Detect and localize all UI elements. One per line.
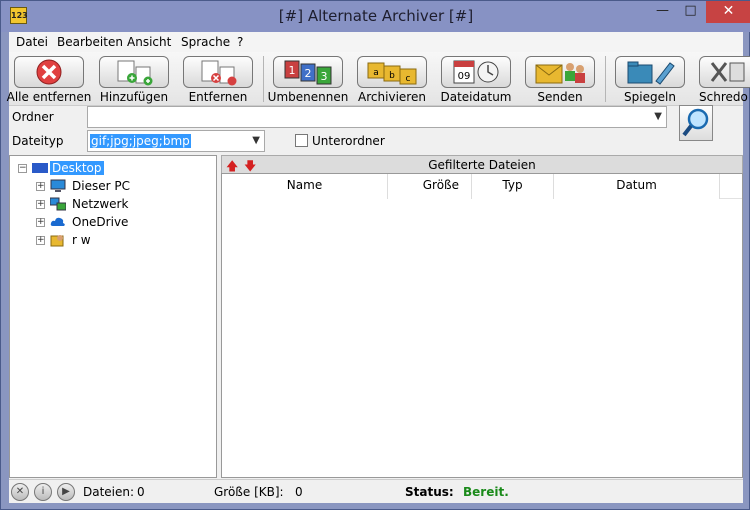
remove-all-icon	[14, 56, 84, 88]
expand-icon[interactable]: +	[36, 218, 45, 227]
expand-icon[interactable]: +	[36, 182, 45, 191]
remove-button[interactable]: Entfernen	[181, 54, 255, 104]
tree-label-user: r w	[72, 233, 91, 247]
rename-icon: 123	[273, 56, 343, 88]
status-bar: ✕ i ▶ Dateien: 0 Größe [KB]: 0 Status: B…	[9, 479, 743, 503]
add-file-icon	[99, 56, 169, 88]
toolbar: Alle entfernen Hinzufügen Entfernen 1 2 …	[7, 52, 750, 106]
svg-text:1: 1	[289, 64, 296, 77]
tree-label-network: Netzwerk	[72, 197, 129, 211]
filetype-value: gif;jpg;jpeg;bmp	[90, 134, 191, 148]
rename-button[interactable]: 123 Umbenennen	[268, 54, 348, 104]
files-count-value: 0	[137, 485, 145, 499]
add-label: Hinzufügen	[99, 90, 169, 104]
subfolder-label: Unterordner	[312, 134, 385, 148]
filetype-label: Dateityp	[12, 134, 64, 148]
mirror-folder-icon	[615, 56, 685, 88]
computer-icon	[50, 179, 66, 193]
expand-icon[interactable]: +	[36, 236, 45, 245]
file-list[interactable]: Name Größe Typ Datum	[221, 173, 743, 478]
column-type[interactable]: Typ	[472, 174, 554, 199]
archive-folders-icon: ab c	[357, 56, 427, 88]
svg-text:09: 09	[458, 71, 471, 82]
filtered-files-header: 🡅 🡇 Gefilterte Dateien	[221, 155, 743, 173]
mirror-label: Spiegeln	[624, 90, 676, 104]
chevron-down-icon[interactable]: ▼	[252, 135, 260, 146]
mirror-button[interactable]: Spiegeln	[613, 54, 687, 104]
window-title: [#] Alternate Archiver [#]	[278, 7, 474, 25]
menu-ansicht[interactable]: Ansicht	[127, 35, 171, 49]
search-button[interactable]	[679, 105, 713, 141]
menu-bar: Datei Bearbeiten Ansicht Sprache ?	[9, 32, 743, 52]
svg-text:a: a	[373, 68, 379, 78]
tree-label-this-pc: Dieser PC	[72, 179, 130, 193]
svg-text:c: c	[406, 74, 411, 84]
svg-text:2: 2	[305, 67, 312, 80]
shred-button[interactable]: Schredo	[697, 54, 750, 104]
size-value: 0	[295, 485, 303, 499]
file-date-label: Dateidatum	[440, 90, 512, 104]
status-value: Bereit.	[463, 485, 509, 499]
title-bar[interactable]: 123 [#] Alternate Archiver [#] — □ ✕	[1, 1, 750, 32]
column-header-row: Name Größe Typ Datum	[222, 174, 742, 199]
info-icon[interactable]: i	[34, 483, 52, 501]
desktop-icon	[32, 161, 48, 175]
tree-label-desktop: Desktop	[50, 161, 104, 175]
remove-all-label: Alle entfernen	[6, 90, 92, 104]
archive-button[interactable]: ab c Archivieren	[355, 54, 429, 104]
size-label: Größe [KB]:	[214, 485, 284, 499]
folder-dropdown[interactable]: ▼	[87, 106, 667, 128]
client-area: Datei Bearbeiten Ansicht Sprache ? Alle …	[7, 32, 750, 503]
files-count-label: Dateien:	[83, 485, 135, 499]
folder-label: Ordner	[12, 110, 54, 124]
play-icon[interactable]: ▶	[57, 483, 75, 501]
remove-all-button[interactable]: Alle entfernen	[7, 54, 91, 104]
column-name[interactable]: Name	[222, 174, 388, 199]
cloud-icon	[50, 215, 66, 229]
add-button[interactable]: Hinzufügen	[97, 54, 171, 104]
remove-file-icon	[183, 56, 253, 88]
tree-item-this-pc[interactable]: + Dieser PC	[36, 178, 206, 196]
collapse-icon[interactable]: −	[18, 164, 27, 173]
tree-item-network[interactable]: + Netzwerk	[36, 196, 206, 214]
minimize-button[interactable]: —	[649, 1, 676, 23]
send-mail-icon	[525, 56, 595, 88]
tree-item-onedrive[interactable]: + OneDrive	[36, 214, 206, 232]
magnifier-icon	[682, 108, 709, 137]
folder-tree[interactable]: − Desktop + Dieser PC + Netzwerk + OneDr…	[9, 155, 217, 478]
menu-bearbeiten[interactable]: Bearbeiten	[57, 35, 123, 49]
rename-label: Umbenennen	[267, 90, 349, 104]
send-label: Senden	[537, 90, 583, 104]
tree-label-onedrive: OneDrive	[72, 215, 129, 229]
svg-text:3: 3	[321, 70, 328, 83]
app-window: 123 [#] Alternate Archiver [#] — □ ✕ Dat…	[0, 0, 750, 510]
column-size[interactable]: Größe	[388, 174, 472, 199]
menu-datei[interactable]: Datei	[16, 35, 48, 49]
network-icon	[49, 197, 67, 211]
expand-icon[interactable]: +	[36, 200, 45, 209]
remove-label: Entfernen	[188, 90, 248, 104]
filetype-dropdown[interactable]: gif;jpg;jpeg;bmp ▼	[87, 130, 265, 152]
column-date[interactable]: Datum	[554, 174, 720, 199]
shred-label: Schredo	[699, 90, 748, 104]
maximize-button[interactable]: □	[677, 1, 704, 23]
archive-label: Archivieren	[358, 90, 426, 104]
tree-item-user[interactable]: + r w	[36, 232, 206, 250]
filtered-files-title: Gefilterte Dateien	[428, 158, 536, 172]
stop-icon[interactable]: ✕	[11, 483, 29, 501]
subfolder-checkbox[interactable]	[295, 134, 308, 147]
status-label: Status:	[405, 485, 454, 499]
calendar-clock-icon: 09	[441, 56, 511, 88]
close-button[interactable]: ✕	[706, 1, 750, 23]
menu-help[interactable]: ?	[237, 35, 243, 49]
send-button[interactable]: Senden	[523, 54, 597, 104]
tree-item-desktop[interactable]: − Desktop	[18, 160, 208, 178]
file-date-button[interactable]: 09 Dateidatum	[439, 54, 513, 104]
menu-sprache[interactable]: Sprache	[181, 35, 230, 49]
svg-text:b: b	[389, 71, 395, 81]
shredder-icon	[699, 56, 750, 88]
user-folder-icon	[50, 233, 66, 247]
chevron-down-icon[interactable]: ▼	[654, 111, 662, 122]
